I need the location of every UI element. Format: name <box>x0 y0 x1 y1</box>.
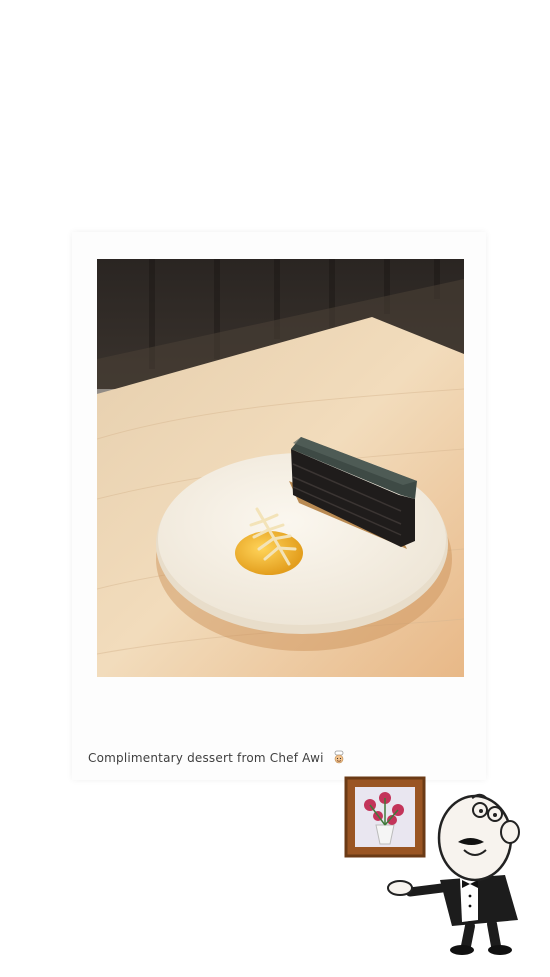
chef-face-icon <box>332 750 346 764</box>
caption-text: Complimentary dessert from Chef Awi <box>88 751 324 765</box>
photo-caption: Complimentary dessert from Chef Awi <box>88 750 418 772</box>
dessert-photo <box>97 259 464 677</box>
waiter-illustration <box>340 770 540 960</box>
